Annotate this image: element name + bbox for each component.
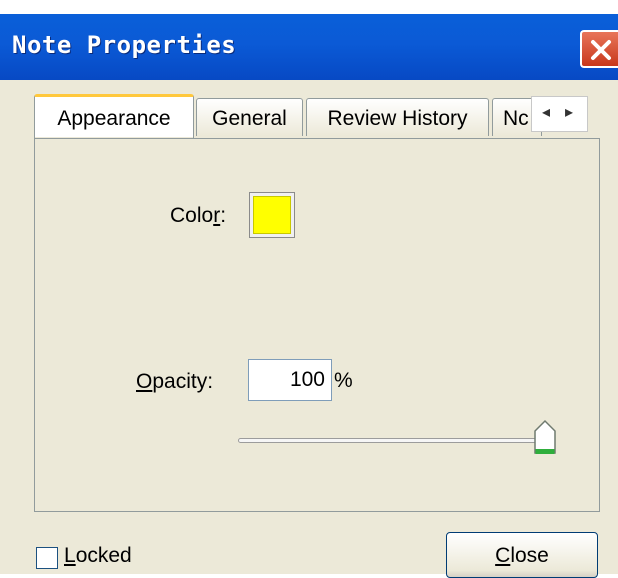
note-properties-dialog: Note Properties Appearance General Revie… — [0, 14, 618, 578]
tab-scroll-buttons: ◂ ▸ — [531, 96, 588, 132]
title-bar[interactable]: Note Properties — [0, 14, 618, 80]
tab-general[interactable]: General — [196, 98, 303, 136]
tab-label: Appearance — [57, 107, 171, 130]
opacity-input[interactable]: 100 — [248, 359, 332, 401]
locked-label: Locked — [64, 544, 132, 567]
window-title: Note Properties — [12, 31, 237, 59]
opacity-unit: % — [334, 369, 353, 392]
close-button[interactable]: Close — [446, 532, 598, 578]
opacity-slider-track[interactable] — [238, 438, 540, 443]
scroll-right-icon[interactable]: ▸ — [565, 102, 573, 122]
tab-label: Review History — [327, 107, 468, 130]
appearance-panel — [34, 138, 600, 512]
locked-checkbox[interactable] — [36, 547, 58, 569]
color-label: Color: — [170, 204, 227, 227]
color-swatch — [253, 196, 291, 234]
close-icon — [591, 40, 611, 60]
color-picker-button[interactable] — [249, 192, 295, 238]
window-close-button[interactable] — [580, 30, 618, 68]
tab-label: Nc — [503, 107, 529, 130]
scroll-left-icon[interactable]: ◂ — [542, 102, 550, 122]
opacity-slider-thumb[interactable] — [533, 419, 557, 457]
tab-label: General — [212, 107, 287, 130]
tab-appearance[interactable]: Appearance — [34, 94, 194, 138]
tab-review-history[interactable]: Review History — [306, 98, 489, 136]
opacity-label: Opacity: — [136, 370, 214, 393]
